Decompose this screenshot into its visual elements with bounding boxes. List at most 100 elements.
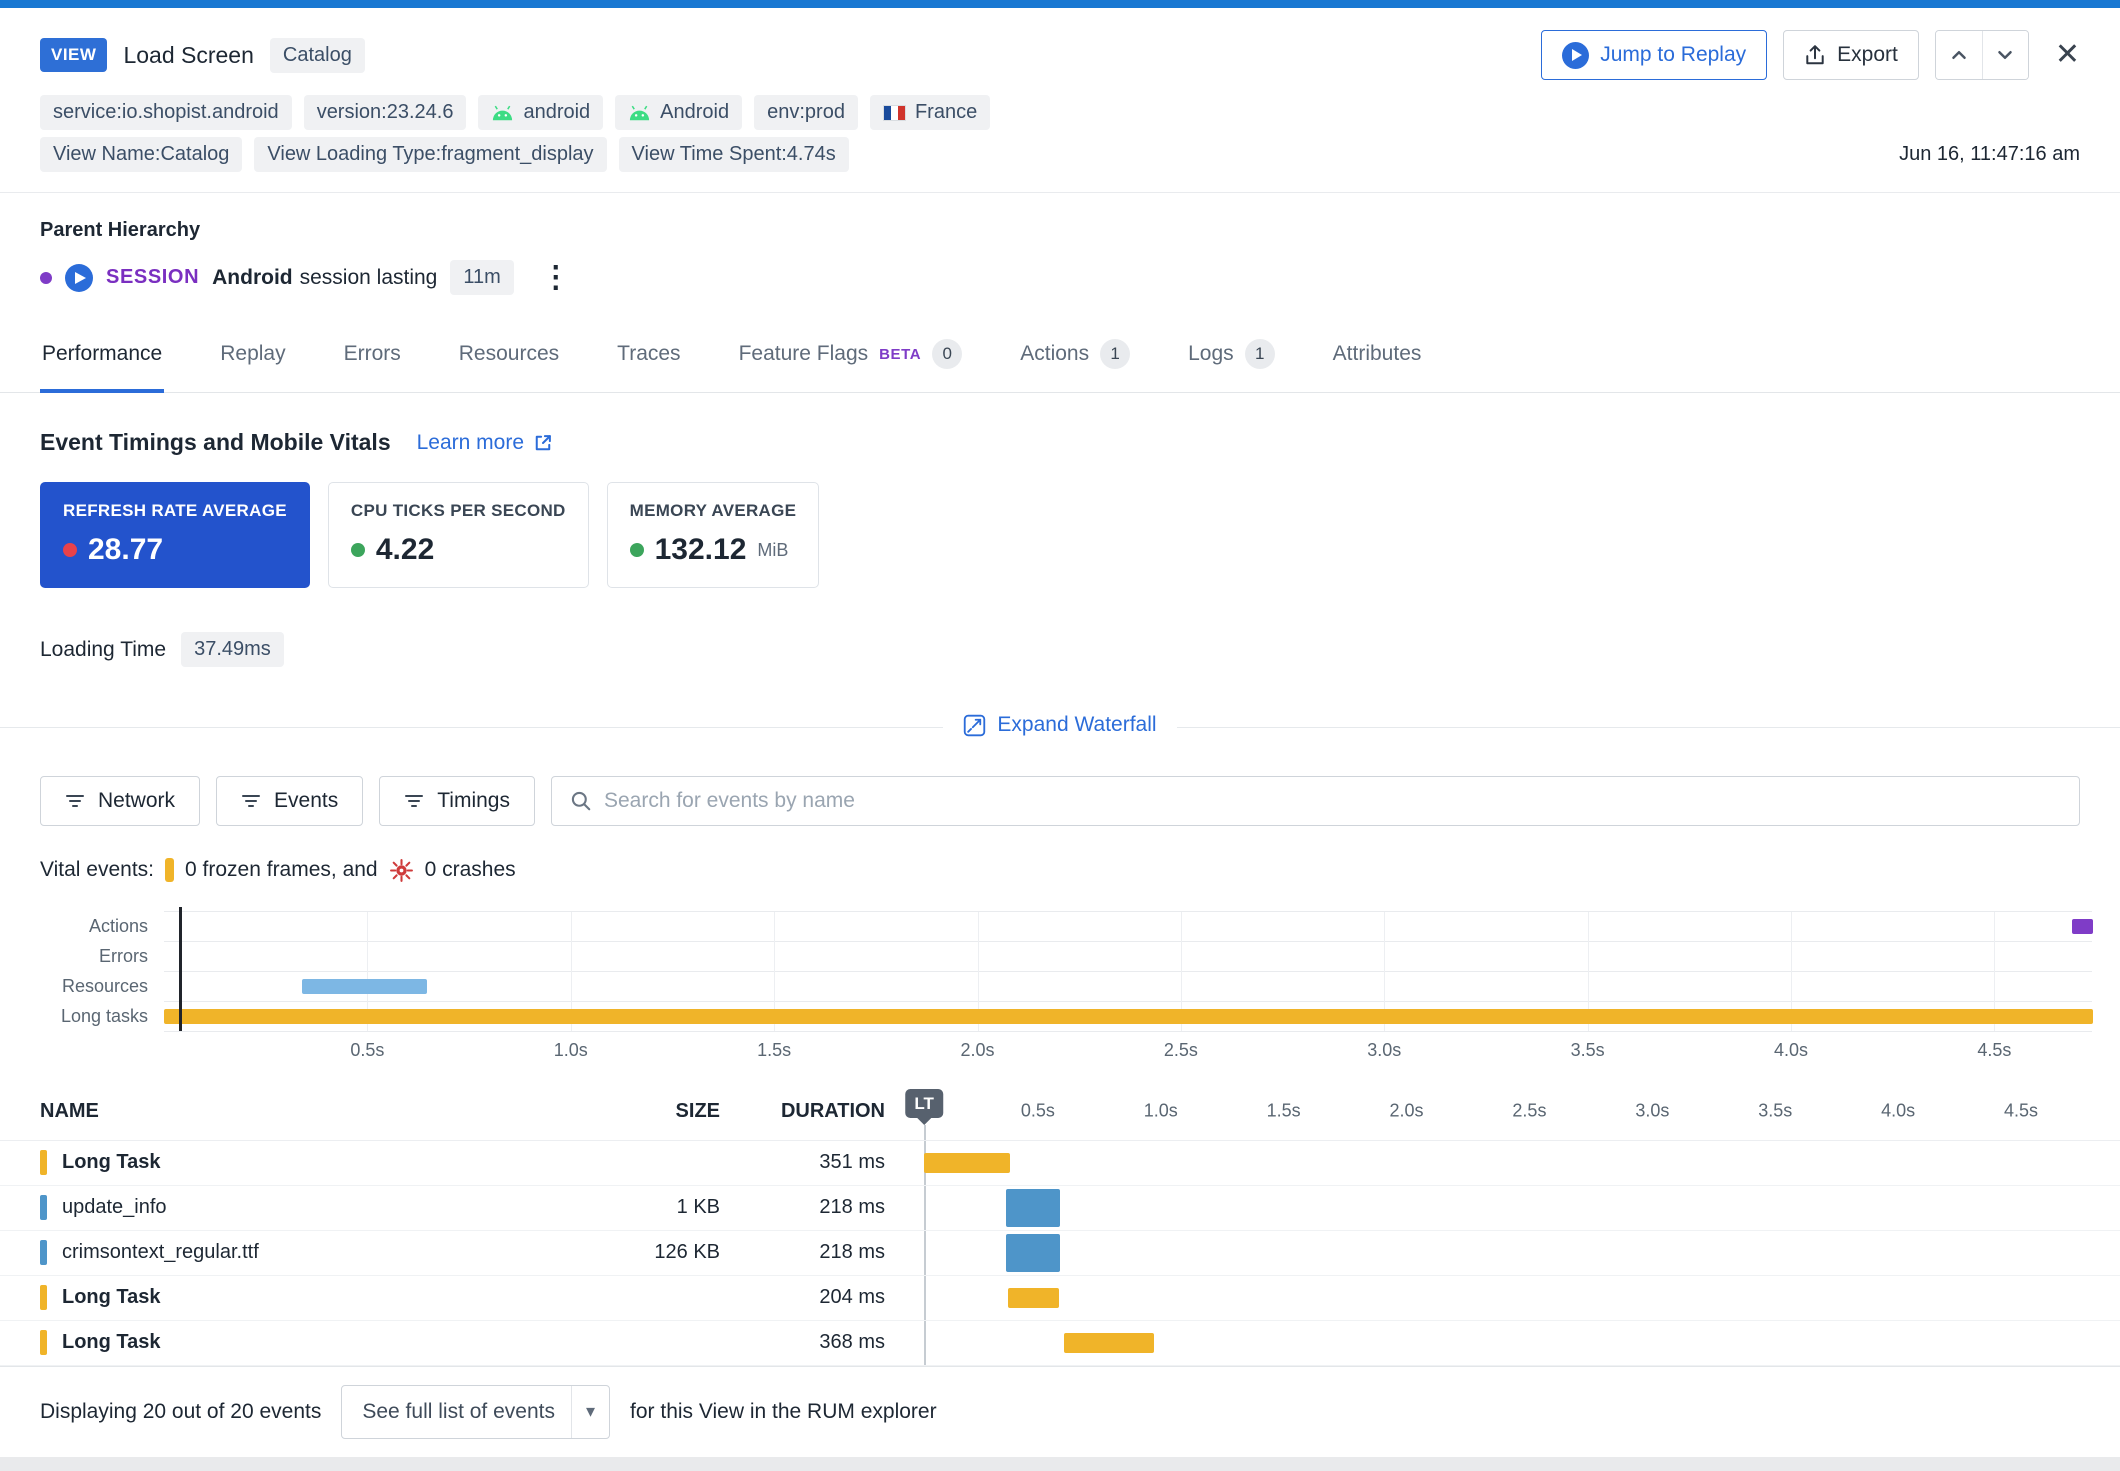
- tab-logs[interactable]: Logs 1: [1186, 321, 1277, 393]
- mini-chart-row-label: Actions: [40, 911, 164, 941]
- timeline-tick-label: 2.0s: [1390, 1101, 1424, 1122]
- table-row[interactable]: Long Task351 ms: [0, 1141, 2120, 1186]
- tab-replay[interactable]: Replay: [218, 321, 287, 393]
- version-tag[interactable]: version:23.24.6: [304, 95, 467, 130]
- status-dot: [63, 543, 77, 557]
- loading-time-row: Loading Time 37.49ms: [0, 588, 2120, 667]
- mini-chart-row-label: Errors: [40, 941, 164, 971]
- tab-count-badge: 1: [1245, 339, 1275, 369]
- tab-performance[interactable]: Performance: [40, 321, 164, 393]
- loading-time-marker: LT: [905, 1089, 943, 1118]
- mini-chart-tick-label: 1.0s: [554, 1040, 588, 1061]
- metric-card-memory[interactable]: MEMORY AVERAGE 132.12 MiB: [607, 482, 820, 588]
- loading-time-tag[interactable]: 37.49ms: [181, 632, 284, 667]
- session-replay-play-icon[interactable]: [65, 264, 93, 292]
- timeline-header: LT 0.5s1.0s1.5s2.0s2.5s3.0s3.5s4.0s4.5s: [915, 1083, 2080, 1140]
- full-list-dropdown[interactable]: See full list of events ▾: [341, 1385, 610, 1439]
- mini-chart-tick-label: 1.5s: [757, 1040, 791, 1061]
- tab-errors[interactable]: Errors: [342, 321, 403, 393]
- close-icon: ✕: [2055, 38, 2080, 71]
- view-loading-type-tag[interactable]: View Loading Type:fragment_display: [254, 137, 606, 172]
- event-timeline-cell: [915, 1186, 2080, 1230]
- country-tag[interactable]: France: [870, 95, 990, 130]
- export-label: Export: [1837, 43, 1898, 67]
- timeline-tick-label: 3.0s: [1635, 1101, 1669, 1122]
- tab-bar: Performance Replay Errors Resources Trac…: [0, 321, 2120, 393]
- expand-waterfall-link[interactable]: Expand Waterfall: [943, 713, 1176, 737]
- vitals-heading-row: Event Timings and Mobile Vitals Learn mo…: [0, 393, 2120, 456]
- mini-chart-tick-label: 4.5s: [1977, 1040, 2011, 1061]
- mini-chart-row-label: Resources: [40, 971, 164, 1001]
- table-row[interactable]: crimsontext_regular.ttf126 KB218 ms: [0, 1231, 2120, 1276]
- external-link-icon: [533, 433, 553, 453]
- filter-network-button[interactable]: Network: [40, 776, 200, 826]
- play-icon: [1562, 42, 1589, 69]
- expand-icon: [963, 714, 986, 737]
- column-header-name: NAME: [40, 1100, 600, 1123]
- event-start-marker: [179, 907, 182, 1031]
- event-timeline-cell: [915, 1276, 2080, 1320]
- timeline-tick-label: 1.5s: [1267, 1101, 1301, 1122]
- events-table-header: NAME SIZE DURATION LT 0.5s1.0s1.5s2.0s2.…: [0, 1083, 2120, 1141]
- event-name: Long Task: [62, 1331, 161, 1354]
- mini-chart-bar: [2072, 919, 2093, 934]
- tags-row-2: View Name:Catalog View Loading Type:frag…: [0, 130, 2120, 172]
- kebab-menu-icon[interactable]: ⋮: [541, 263, 571, 293]
- panel-bottom-edge: [0, 1457, 2120, 1471]
- tab-resources[interactable]: Resources: [457, 321, 561, 393]
- tab-feature-flags[interactable]: Feature Flags BETA 0: [737, 321, 965, 393]
- event-name-cell: crimsontext_regular.ttf: [40, 1240, 600, 1265]
- close-button[interactable]: ✕: [2055, 40, 2080, 70]
- table-row[interactable]: update_info1 KB218 ms: [0, 1186, 2120, 1231]
- os-tag[interactable]: Android: [615, 95, 742, 130]
- search-input[interactable]: [604, 789, 2061, 813]
- filter-timings-button[interactable]: Timings: [379, 776, 535, 826]
- view-name-attr-tag[interactable]: View Name:Catalog: [40, 137, 242, 172]
- env-tag[interactable]: env:prod: [754, 95, 858, 130]
- event-duration: 204 ms: [720, 1286, 885, 1309]
- tab-attributes[interactable]: Attributes: [1331, 321, 1424, 393]
- timeline-tick-label: 2.5s: [1512, 1101, 1546, 1122]
- next-event-button[interactable]: [1982, 31, 2028, 79]
- mini-chart-axis: 0.5s1.0s1.5s2.0s2.5s3.0s3.5s4.0s4.5s: [164, 1031, 2092, 1067]
- tags-zone: service:io.shopist.android version:23.24…: [0, 88, 2120, 193]
- source-tag[interactable]: android: [478, 95, 603, 130]
- filter-events-button[interactable]: Events: [216, 776, 363, 826]
- search-box: [551, 776, 2080, 826]
- table-row[interactable]: Long Task368 ms: [0, 1321, 2120, 1366]
- timeline-tick-label: 0.5s: [1021, 1101, 1055, 1122]
- timeline-tick-label: 1.0s: [1144, 1101, 1178, 1122]
- view-name-tag[interactable]: Catalog: [270, 38, 365, 73]
- learn-more-link[interactable]: Learn more: [417, 431, 553, 455]
- mini-timeline-chart: ActionsErrorsResourcesLong tasks 0.5s1.0…: [0, 883, 2120, 1067]
- mini-chart-row-label: Long tasks: [40, 1001, 164, 1031]
- parent-hierarchy-section: Parent Hierarchy SESSION Android session…: [0, 193, 2120, 295]
- metric-card-refresh-rate[interactable]: REFRESH RATE AVERAGE 28.77: [40, 482, 310, 588]
- session-row[interactable]: SESSION Android session lasting 11m ⋮: [40, 260, 2080, 295]
- panel-header: VIEW Load Screen Catalog Jump to Replay …: [0, 8, 2120, 88]
- previous-event-button[interactable]: [1936, 31, 1982, 79]
- export-button[interactable]: Export: [1783, 30, 1919, 80]
- beta-badge: BETA: [879, 346, 921, 363]
- service-tag[interactable]: service:io.shopist.android: [40, 95, 292, 130]
- event-size: 1 KB: [600, 1196, 720, 1219]
- event-pager: [1935, 30, 2029, 80]
- jump-to-replay-button[interactable]: Jump to Replay: [1541, 30, 1767, 80]
- view-time-spent-tag[interactable]: View Time Spent:4.74s: [619, 137, 849, 172]
- metric-card-cpu-ticks[interactable]: CPU TICKS PER SECOND 4.22: [328, 482, 589, 588]
- vital-events-summary: Vital events: 0 frozen frames, and 0 cra…: [0, 826, 2120, 883]
- export-icon: [1804, 44, 1826, 66]
- session-type-label: SESSION: [106, 266, 199, 289]
- event-duration-bar: [1008, 1288, 1058, 1308]
- mini-chart-row-labels: ActionsErrorsResourcesLong tasks: [40, 911, 164, 1067]
- tab-actions[interactable]: Actions 1: [1018, 321, 1132, 393]
- crashes-text: 0 crashes: [425, 858, 516, 882]
- event-type-icon: [40, 1150, 47, 1175]
- frozen-frame-icon: [165, 858, 174, 882]
- jump-to-replay-label: Jump to Replay: [1600, 43, 1746, 67]
- top-accent-bar: [0, 0, 2120, 8]
- table-row[interactable]: Long Task204 ms: [0, 1276, 2120, 1321]
- tab-traces[interactable]: Traces: [615, 321, 682, 393]
- event-timeline-cell: [915, 1141, 2080, 1185]
- status-dot: [351, 543, 365, 557]
